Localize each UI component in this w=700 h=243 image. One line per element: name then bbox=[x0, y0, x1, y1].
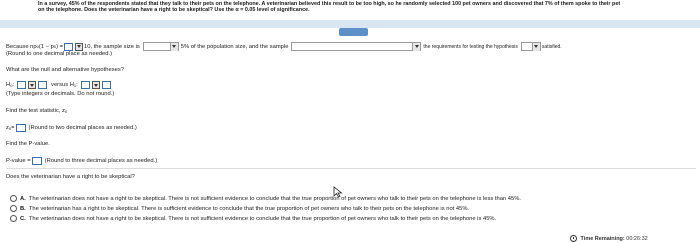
option-b-text: The veterinarian has a right to be skept… bbox=[28, 205, 470, 212]
hypotheses-note: (Type integers or decimals. Do not round… bbox=[6, 91, 115, 97]
option-a-letter: A. bbox=[20, 195, 26, 202]
question-header: In a survey, 45% of the respondents stat… bbox=[0, 0, 700, 20]
h0-operator-dropdown[interactable] bbox=[28, 81, 37, 89]
time-remaining: Time Remaining: 00:26:32 bbox=[570, 235, 648, 243]
mouse-cursor-icon bbox=[333, 186, 343, 198]
formula-close: ) = bbox=[56, 43, 64, 50]
conclusion-question: Does the veterinarian have a right to be… bbox=[6, 174, 135, 180]
versus-label: versus H bbox=[51, 82, 74, 88]
satisfied-dropdown[interactable] bbox=[520, 42, 541, 51]
option-a-text: The veterinarian does not have a right t… bbox=[28, 195, 521, 202]
time-remaining-value: 00:26:32 bbox=[626, 236, 648, 242]
sample-size-text: 10, the sample size is bbox=[84, 43, 140, 50]
h1-operator-dropdown[interactable] bbox=[91, 81, 100, 89]
chevron-down-icon bbox=[412, 42, 421, 51]
test-statistic-prompt: Find the test statistic, z bbox=[6, 108, 65, 114]
hypotheses-row: H0: versus H1: bbox=[6, 81, 112, 89]
z0-equals: = bbox=[11, 125, 15, 131]
z0-row: z0 = (Round to two decimal places as nee… bbox=[6, 124, 137, 132]
option-b-radio[interactable] bbox=[10, 205, 17, 212]
option-c-letter: C. bbox=[20, 215, 26, 222]
p-value-row: P-value = (Round to three decimal places… bbox=[6, 157, 157, 165]
time-remaining-label: Time Remaining: bbox=[580, 236, 625, 242]
chevron-down-icon bbox=[169, 42, 178, 51]
z0-input[interactable] bbox=[15, 124, 26, 132]
p-value-prompt-row: Find the P-value. bbox=[6, 141, 50, 147]
hypotheses-question: What are the null and alternative hypoth… bbox=[6, 67, 124, 73]
expand-button[interactable] bbox=[339, 28, 368, 36]
np-answer-input[interactable] bbox=[64, 42, 74, 51]
p-value-input[interactable] bbox=[31, 157, 42, 165]
h0-param-input[interactable] bbox=[17, 81, 27, 89]
requirements-text: the requirements for testing the hypothe… bbox=[423, 43, 518, 50]
option-a[interactable]: A. The veterinarian does not have a righ… bbox=[10, 195, 521, 202]
satisfied-text: satisfied. bbox=[541, 43, 562, 50]
population-text: 5% of the population size, and the sampl… bbox=[180, 43, 289, 50]
requirements-row: Because np 0 (1 − p 0 ) = 10, the sample… bbox=[6, 42, 562, 51]
option-b[interactable]: B. The veterinarian has a right to be sk… bbox=[10, 205, 469, 212]
inequality-dropdown[interactable] bbox=[75, 42, 84, 51]
test-statistic-prompt-sub: 0 bbox=[64, 108, 68, 114]
option-a-radio[interactable] bbox=[10, 195, 17, 202]
conclusion-question-row: Does the veterinarian have a right to be… bbox=[6, 174, 135, 180]
option-c-text: The veterinarian does not have a right t… bbox=[28, 215, 497, 222]
chevron-down-icon bbox=[531, 42, 540, 51]
sample-size-dropdown[interactable] bbox=[142, 42, 179, 51]
formula-text: (1 − p bbox=[38, 43, 54, 50]
z0-round-note: (Round to two decimal places as needed.) bbox=[28, 125, 137, 131]
sample-description-dropdown[interactable] bbox=[291, 42, 422, 51]
test-statistic-prompt-row: Find the test statistic, z0 bbox=[6, 108, 67, 114]
h0-value-input[interactable] bbox=[38, 81, 48, 89]
section-divider bbox=[6, 168, 696, 169]
round-note-1-text: (Round to one decimal place as needed.) bbox=[6, 51, 113, 57]
question-page: In a survey, 45% of the respondents stat… bbox=[0, 0, 700, 243]
option-b-letter: B. bbox=[20, 205, 26, 212]
h1-value-input[interactable] bbox=[101, 81, 111, 89]
clock-icon bbox=[570, 235, 577, 243]
hypotheses-question-row: What are the null and alternative hypoth… bbox=[6, 67, 124, 73]
p-value-prompt: Find the P-value. bbox=[6, 141, 50, 147]
option-c[interactable]: C. The veterinarian does not have a righ… bbox=[10, 215, 496, 222]
because-text: Because np bbox=[6, 43, 37, 50]
divider-band bbox=[0, 20, 700, 28]
question-header-line2: on the telephone. Does the veterinarian … bbox=[38, 7, 310, 14]
round-note-1: (Round to one decimal place as needed.) bbox=[6, 51, 112, 57]
hypotheses-note-row: (Type integers or decimals. Do not round… bbox=[6, 91, 114, 97]
p-value-label: P-value = bbox=[6, 158, 31, 164]
option-c-radio[interactable] bbox=[10, 215, 17, 222]
h1-param-input[interactable] bbox=[80, 81, 90, 89]
p-value-round-note: (Round to three decimal places as needed… bbox=[44, 158, 158, 164]
